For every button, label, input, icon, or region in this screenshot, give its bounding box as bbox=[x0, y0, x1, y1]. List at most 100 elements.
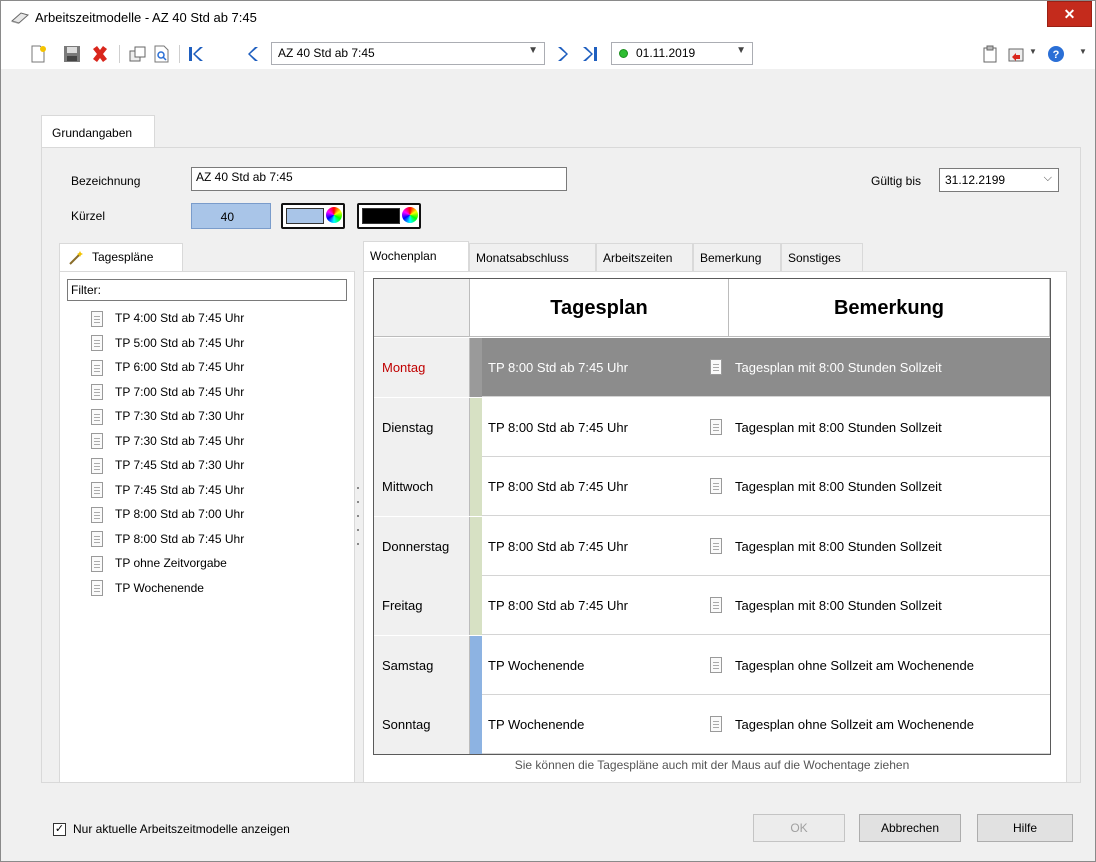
tagesplan-list-item[interactable]: TP 7:45 Std ab 7:45 Uhr bbox=[91, 479, 244, 503]
bemerkung-cell: Tagesplan mit 8:00 Stunden Sollzeit bbox=[735, 419, 942, 435]
tagesplan-cell[interactable]: TP 8:00 Std ab 7:45 Uhr bbox=[488, 576, 728, 635]
weekday-row[interactable]: Samstag TP Wochenende Tagesplan ohne Sollz… bbox=[374, 635, 1050, 695]
tagesplan-list-item-label: TP Wochenende bbox=[115, 580, 204, 595]
wochenplan-grid: Tagesplan Bemerkung Montag TP 8:00 Std ab… bbox=[373, 278, 1051, 755]
tagesplan-list-item[interactable]: TP 5:00 Std ab 7:45 Uhr bbox=[91, 332, 244, 356]
toolbar: AZ 40 Std ab 7:45 ▼ 01.11.2019 ▼ ▼ ? ▼ bbox=[1, 37, 1095, 69]
document-icon[interactable] bbox=[710, 418, 722, 435]
tagesplan-list-item[interactable]: TP ohne Zeitvorgabe bbox=[91, 552, 227, 576]
tagesplan-cell[interactable]: TP Wochenende bbox=[488, 636, 728, 695]
new-icon[interactable] bbox=[29, 45, 47, 63]
last-record-icon[interactable] bbox=[581, 45, 599, 63]
weekday-row[interactable]: Donnerstag TP 8:00 Std ab 7:45 Uhr Tagespl… bbox=[374, 516, 1050, 576]
document-icon[interactable] bbox=[710, 597, 722, 613]
document-icon[interactable] bbox=[710, 716, 722, 732]
tagesplan-cell[interactable]: TP 8:00 Std ab 7:45 Uhr bbox=[488, 457, 728, 516]
weekday-label: Sonntag bbox=[374, 695, 470, 754]
header-bemerkung: Bemerkung bbox=[729, 279, 1050, 337]
clipboard-icon[interactable] bbox=[981, 45, 999, 63]
splitter-handle[interactable] bbox=[357, 487, 359, 489]
splitter-handle[interactable] bbox=[357, 543, 359, 545]
tagesplan-list-item[interactable]: TP 7:30 Std ab 7:45 Uhr bbox=[91, 430, 244, 454]
tagesplan-cell[interactable]: TP 8:00 Std ab 7:45 Uhr bbox=[488, 517, 728, 576]
tagesplan-cell[interactable]: TP 8:00 Std ab 7:45 Uhr bbox=[488, 338, 728, 397]
document-icon[interactable] bbox=[710, 359, 722, 375]
tagesplan-list-item[interactable]: TP 6:00 Std ab 7:45 Uhr bbox=[91, 356, 244, 380]
tab-tagesplaene-label: Tagespläne bbox=[92, 250, 154, 264]
chevron-down-icon[interactable]: ▼ bbox=[1029, 47, 1047, 65]
tagesplan-list-item-label: TP 8:00 Std ab 7:00 Uhr bbox=[115, 507, 245, 521]
tab-sonstiges[interactable]: Sonstiges bbox=[781, 243, 863, 271]
tagesplan-list-item-label: TP 7:45 Std ab 7:45 Uhr bbox=[115, 482, 245, 497]
copy-icon[interactable] bbox=[129, 45, 147, 63]
filter-input[interactable]: Filter: bbox=[67, 279, 347, 301]
tagesplan-list-item[interactable]: TP 7:45 Std ab 7:30 Uhr bbox=[91, 454, 244, 478]
gueltig-bis-select[interactable]: 31.12.2199 ⌵ bbox=[939, 168, 1059, 192]
color-indicator bbox=[470, 516, 482, 576]
help-icon[interactable]: ? bbox=[1047, 45, 1065, 63]
tagesplan-list-item[interactable]: TP 8:00 Std ab 7:00 Uhr bbox=[91, 503, 244, 527]
next-record-icon[interactable] bbox=[553, 45, 571, 63]
splitter-handle[interactable] bbox=[357, 515, 359, 517]
background-color-picker[interactable] bbox=[281, 203, 345, 229]
tagesplan-list-item[interactable]: TP 7:00 Std ab 7:45 Uhr bbox=[91, 381, 244, 405]
color-indicator bbox=[470, 338, 482, 397]
weekday-row[interactable]: Mittwoch TP 8:00 Std ab 7:45 Uhr Tagesplan… bbox=[374, 457, 1050, 516]
document-icon[interactable] bbox=[710, 478, 722, 494]
title-bar: Arbeitszeitmodelle - AZ 40 Std ab 7:45 ✕ bbox=[1, 1, 1095, 37]
bemerkung-cell: Tagesplan mit 8:00 Stunden Sollzeit bbox=[735, 598, 942, 613]
tagesplan-cell[interactable]: TP 8:00 Std ab 7:45 Uhr bbox=[488, 398, 728, 457]
document-icon bbox=[91, 433, 103, 450]
weekday-label: Samstag bbox=[374, 635, 470, 695]
document-icon[interactable] bbox=[710, 537, 722, 554]
chevron-down-icon[interactable]: ▼ bbox=[1079, 47, 1096, 65]
export-icon[interactable] bbox=[1007, 45, 1025, 63]
weekday-row[interactable]: Sonntag TP Wochenende Tagesplan ohne Sollz… bbox=[374, 695, 1050, 754]
aktuelle-modelle-checkbox[interactable]: ✓ bbox=[53, 823, 66, 836]
close-button[interactable]: ✕ bbox=[1047, 1, 1092, 27]
previous-record-icon[interactable] bbox=[245, 45, 263, 63]
tab-grundangaben[interactable]: Grundangaben bbox=[41, 115, 155, 148]
first-record-icon[interactable] bbox=[187, 45, 205, 63]
tab-arbeitszeiten[interactable]: Arbeitszeiten bbox=[596, 243, 693, 271]
tab-monatsabschluss[interactable]: Monatsabschluss bbox=[469, 243, 596, 271]
tagesplan-cell[interactable]: TP Wochenende bbox=[488, 695, 728, 754]
splitter-handle[interactable] bbox=[357, 501, 359, 503]
tagesplan-list-item[interactable]: TP Wochenende bbox=[91, 577, 204, 601]
weekday-label: Mittwoch bbox=[374, 457, 470, 516]
model-select[interactable]: AZ 40 Std ab 7:45 ▼ bbox=[271, 42, 545, 65]
text-color-picker[interactable] bbox=[357, 203, 421, 229]
tab-bemerkung[interactable]: Bemerkung bbox=[693, 243, 781, 271]
color-indicator bbox=[470, 397, 482, 457]
splitter-handle[interactable] bbox=[357, 529, 359, 531]
app-icon bbox=[11, 12, 29, 24]
document-icon bbox=[91, 506, 103, 523]
document-icon bbox=[91, 335, 103, 352]
tab-tagesplaene[interactable]: Tagespläne bbox=[59, 243, 183, 272]
date-select[interactable]: 01.11.2019 ▼ bbox=[611, 42, 753, 65]
weekday-row[interactable]: Freitag TP 8:00 Std ab 7:45 Uhr Tagesplan … bbox=[374, 576, 1050, 635]
ok-button[interactable]: OK bbox=[753, 814, 845, 842]
model-select-value: AZ 40 Std ab 7:45 bbox=[278, 46, 375, 60]
chevron-down-icon: ▼ bbox=[736, 45, 746, 56]
tagesplan-list-item[interactable]: TP 7:30 Std ab 7:30 Uhr bbox=[91, 405, 244, 429]
tagesplan-list-item[interactable]: TP 8:00 Std ab 7:45 Uhr bbox=[91, 528, 244, 552]
save-icon[interactable] bbox=[63, 45, 81, 63]
weekday-row[interactable]: Montag TP 8:00 Std ab 7:45 Uhr Tagesplan m… bbox=[374, 338, 1050, 397]
preview-icon[interactable] bbox=[153, 45, 171, 63]
bezeichnung-input[interactable]: AZ 40 Std ab 7:45 bbox=[191, 167, 567, 191]
bezeichnung-label: Bezeichnung bbox=[71, 174, 141, 188]
window-title: Arbeitszeitmodelle - AZ 40 Std ab 7:45 bbox=[35, 10, 257, 25]
help-button[interactable]: Hilfe bbox=[977, 814, 1073, 842]
toolbar-separator bbox=[179, 45, 180, 63]
cancel-button[interactable]: Abbrechen bbox=[859, 814, 961, 842]
tab-wochenplan[interactable]: Wochenplan bbox=[363, 241, 469, 272]
weekday-row[interactable]: Dienstag TP 8:00 Std ab 7:45 Uhr Tagesplan… bbox=[374, 397, 1050, 457]
kuerzel-input[interactable]: 40 bbox=[191, 203, 271, 229]
document-icon bbox=[91, 555, 103, 572]
tagesplan-list-item[interactable]: TP 4:00 Std ab 7:45 Uhr bbox=[91, 307, 244, 331]
delete-icon[interactable] bbox=[91, 45, 109, 63]
gueltig-bis-value: 31.12.2199 bbox=[945, 173, 1006, 187]
bemerkung-cell: Tagesplan ohne Sollzeit am Wochenende bbox=[735, 717, 974, 732]
document-icon[interactable] bbox=[710, 656, 722, 673]
